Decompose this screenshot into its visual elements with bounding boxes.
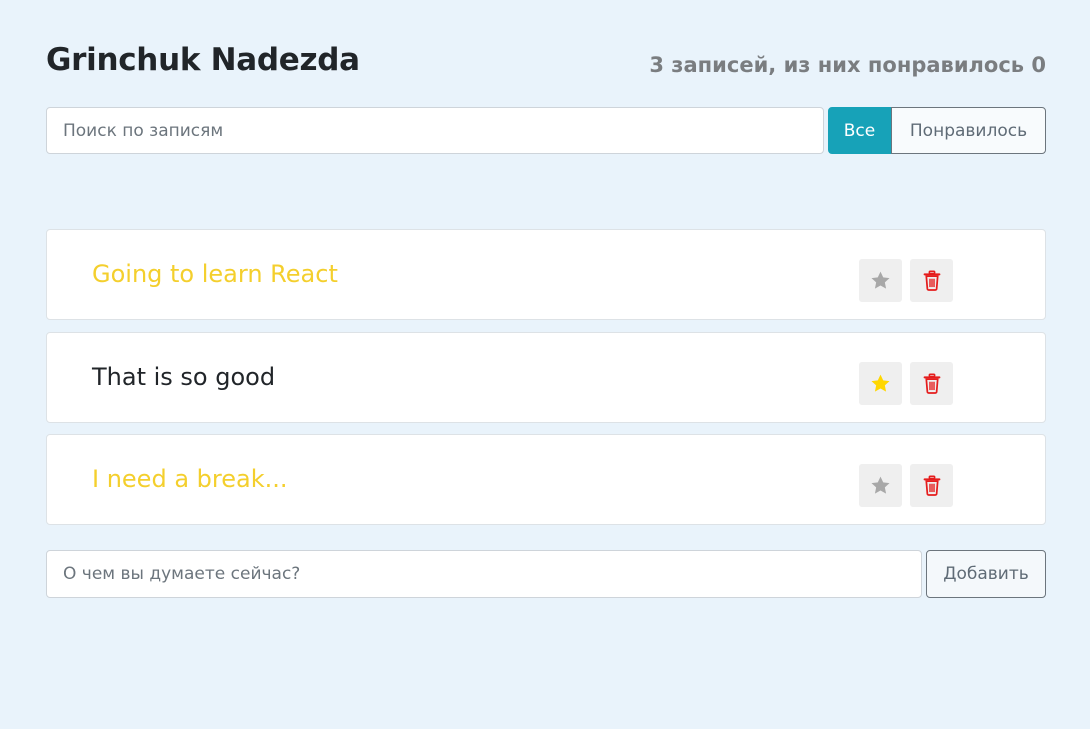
post-stats: 3 записей, из них понравилось 0 [649,53,1046,77]
search-input[interactable] [46,107,824,154]
post-label[interactable]: That is so good [92,333,275,422]
post-add-form: Добавить [46,550,1046,598]
new-post-input[interactable] [46,550,922,598]
trash-icon [923,373,940,394]
post-label[interactable]: Going to learn React [92,230,338,319]
app-header: Grinchuk Nadezda 3 записей, из них понра… [46,38,1046,84]
post-list-item: Going to learn React [46,229,1046,320]
filter-all-button[interactable]: Все [828,107,891,154]
star-icon [871,476,890,494]
post-list-item: I need a break... [46,434,1046,525]
post-label[interactable]: I need a break... [92,435,287,524]
star-icon [871,374,890,392]
star-button[interactable] [859,259,902,302]
delete-button[interactable] [910,259,953,302]
post-list-item: That is so good [46,332,1046,423]
app-title: Grinchuk Nadezda [46,42,360,78]
star-icon [871,271,890,289]
trash-icon [923,475,940,496]
delete-button[interactable] [910,362,953,405]
star-button[interactable] [859,362,902,405]
trash-icon [923,270,940,291]
search-panel: Все Понравилось [46,107,1046,154]
delete-button[interactable] [910,464,953,507]
post-status-filter: Все Понравилось [828,107,1046,154]
star-button[interactable] [859,464,902,507]
add-post-button[interactable]: Добавить [926,550,1046,598]
filter-liked-button[interactable]: Понравилось [891,107,1046,154]
